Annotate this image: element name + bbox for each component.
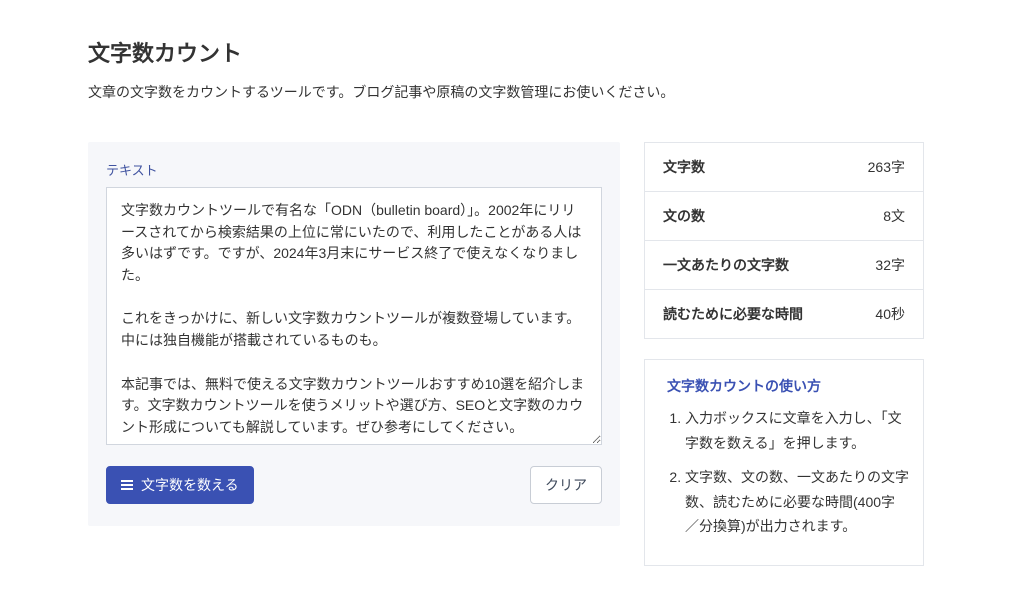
howto-step: 文字数、文の数、一文あたりの文字数、読むために必要な時間(400字／分換算)が出… — [685, 465, 909, 539]
list-icon — [121, 480, 133, 490]
count-button-label: 文字数を数える — [141, 475, 239, 495]
stat-value: 263字 — [868, 157, 905, 177]
howto-panel: 文字数カウントの使い方 入力ボックスに文章を入力し、「文字数を数える」を押します… — [644, 359, 924, 566]
stat-value: 40秒 — [875, 304, 905, 324]
textarea-label: テキスト — [106, 160, 602, 179]
stat-char-count: 文字数 263字 — [645, 143, 923, 192]
stat-chars-per-sentence: 一文あたりの文字数 32字 — [645, 241, 923, 290]
page-subtitle: 文章の文字数をカウントするツールです。ブログ記事や原稿の文字数管理にお使いくださ… — [88, 82, 924, 102]
howto-step: 入力ボックスに文章を入力し、「文字数を数える」を押します。 — [685, 406, 909, 455]
stat-read-time: 読むために必要な時間 40秒 — [645, 290, 923, 338]
howto-title: 文字数カウントの使い方 — [661, 376, 909, 396]
clear-button-label: クリア — [545, 477, 587, 493]
stat-value: 8文 — [883, 206, 905, 226]
editor-panel: テキスト 文字数を数える クリア — [88, 142, 620, 526]
clear-button[interactable]: クリア — [530, 466, 602, 504]
text-input[interactable] — [106, 187, 602, 445]
stat-value: 32字 — [875, 255, 905, 275]
count-button[interactable]: 文字数を数える — [106, 466, 254, 504]
stats-panel: 文字数 263字 文の数 8文 一文あたりの文字数 32字 読むために必要な時間… — [644, 142, 924, 339]
page-title: 文字数カウント — [88, 36, 924, 68]
stat-sentence-count: 文の数 8文 — [645, 192, 923, 241]
